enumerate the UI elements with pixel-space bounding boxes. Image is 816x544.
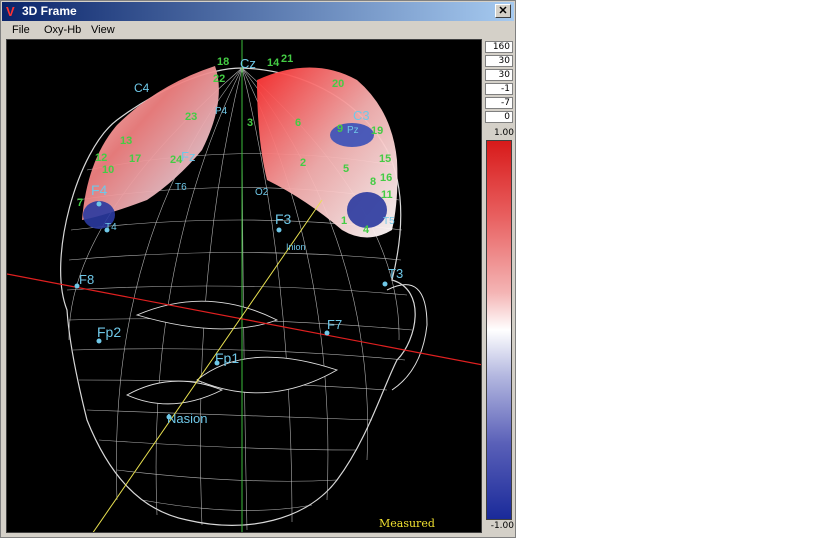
measured-position-label: Measured Position xyxy=(379,517,435,532)
landmark-inion: Inion xyxy=(286,242,306,252)
head-model-render[interactable]: Cz C4 C3 P4 Pz Fz O2 T6 F4 F3 Inion T4 T… xyxy=(7,40,482,533)
landmark-fz: Fz xyxy=(181,149,195,164)
channel-18: 18 xyxy=(217,56,229,68)
landmark-p4: P4 xyxy=(215,106,228,117)
landmark-fp1: Fp1 xyxy=(215,350,239,366)
channel-5: 5 xyxy=(343,163,349,175)
side-value-4[interactable]: -1 xyxy=(485,83,513,95)
channel-17: 17 xyxy=(129,153,141,165)
menu-view[interactable]: View xyxy=(87,21,119,39)
3d-frame-window: V 3D Frame ✕ File Oxy-Hb View Cz C4 C3 P… xyxy=(0,0,516,538)
channel-8: 8 xyxy=(370,176,376,188)
channel-10: 10 xyxy=(102,164,114,176)
app-icon: V xyxy=(6,4,15,19)
landmark-c3: C3 xyxy=(353,108,370,123)
channel-11: 11 xyxy=(381,189,393,201)
color-scale-bar xyxy=(486,140,512,520)
channel-1: 1 xyxy=(341,215,347,227)
title-bar[interactable]: V 3D Frame ✕ xyxy=(2,2,514,21)
window-title: 3D Frame xyxy=(22,4,77,18)
channel-15: 15 xyxy=(379,153,391,165)
colorbar-max-label: 1.00 xyxy=(493,128,514,138)
landmark-t6: T6 xyxy=(175,182,187,193)
landmark-pz: Pz xyxy=(347,125,359,136)
channel-6: 6 xyxy=(295,117,301,129)
channel-9: 9 xyxy=(337,123,343,135)
channel-14: 14 xyxy=(267,57,280,69)
landmark-cz: Cz xyxy=(240,56,256,71)
menu-bar: File Oxy-Hb View xyxy=(2,21,514,39)
landmark-nasion: Nasion xyxy=(167,411,207,426)
landmark-t5: T5 xyxy=(383,216,395,227)
channel-13: 13 xyxy=(120,135,132,147)
landmark-t4: T4 xyxy=(105,222,117,233)
landmark-c4: C4 xyxy=(134,81,150,95)
colorbar-min-label: -1.00 xyxy=(490,521,514,531)
channel-19: 19 xyxy=(371,125,383,137)
landmark-fp2: Fp2 xyxy=(97,324,121,340)
channel-12: 12 xyxy=(95,152,107,164)
landmark-f3: F3 xyxy=(275,211,292,227)
channel-21: 21 xyxy=(281,53,293,65)
side-value-2[interactable]: 30 xyxy=(485,55,513,67)
channel-23: 23 xyxy=(185,111,197,123)
side-value-6[interactable]: 0 xyxy=(485,111,513,123)
channel-3: 3 xyxy=(247,117,253,129)
landmark-t3: T3 xyxy=(388,266,403,281)
close-button[interactable]: ✕ xyxy=(495,4,511,18)
side-value-1[interactable]: 160 xyxy=(485,41,513,53)
channel-24: 24 xyxy=(170,154,183,166)
side-value-5[interactable]: -7 xyxy=(485,97,513,109)
channel-2: 2 xyxy=(300,157,306,169)
channel-16: 16 xyxy=(380,172,392,184)
landmark-f4: F4 xyxy=(91,182,108,198)
side-value-3[interactable]: 30 xyxy=(485,69,513,81)
channel-7: 7 xyxy=(77,197,83,209)
landmark-o2: O2 xyxy=(255,187,269,198)
channel-22: 22 xyxy=(213,73,225,85)
landmark-f7: F7 xyxy=(327,317,342,332)
side-panel: 160 30 30 -1 -7 0 1.00 -1.00 xyxy=(484,39,514,533)
menu-oxy-hb[interactable]: Oxy-Hb xyxy=(40,21,85,39)
menu-file[interactable]: File xyxy=(8,21,34,39)
3d-viewport[interactable]: Cz C4 C3 P4 Pz Fz O2 T6 F4 F3 Inion T4 T… xyxy=(6,39,482,533)
channel-4: 4 xyxy=(363,224,370,236)
channel-20: 20 xyxy=(332,78,344,90)
landmark-f8: F8 xyxy=(79,272,94,287)
